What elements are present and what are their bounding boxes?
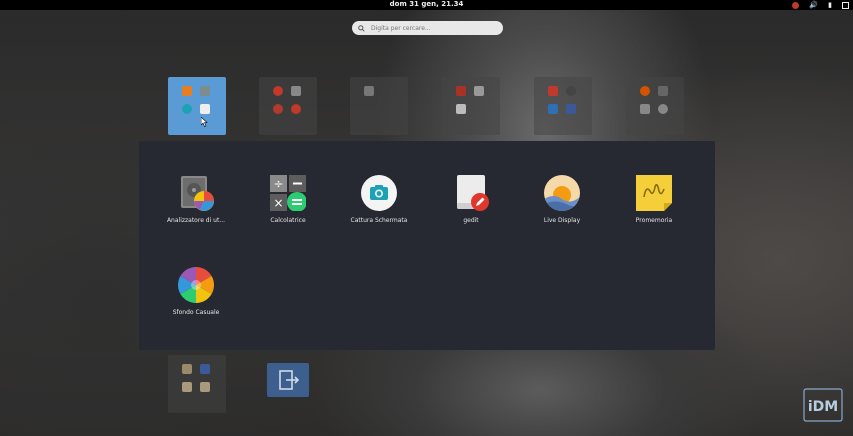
folder-preview-icon bbox=[566, 86, 576, 96]
app-folder-2[interactable] bbox=[259, 77, 317, 135]
folder-preview-icon bbox=[273, 104, 283, 114]
screenshot-icon bbox=[361, 175, 397, 211]
app-screenshot[interactable]: Cattura Schermata bbox=[339, 175, 419, 224]
folder-preview-icon bbox=[182, 104, 192, 114]
logo-text: iDM bbox=[808, 399, 838, 415]
folder-preview-icon bbox=[182, 364, 192, 374]
disk-usage-icon bbox=[178, 175, 214, 211]
sticky-note-icon bbox=[636, 175, 672, 211]
app-label: gedit bbox=[463, 217, 479, 224]
folder-preview-icon bbox=[548, 86, 558, 96]
app-live-display[interactable]: Live Display bbox=[522, 175, 602, 224]
app-folder-utilities[interactable] bbox=[168, 77, 226, 135]
app-label: Analizzatore di ut... bbox=[166, 217, 226, 224]
notification-icon[interactable] bbox=[792, 1, 800, 9]
folder-preview-icon bbox=[200, 364, 210, 374]
folder-popup: Analizzatore di ut... ÷ × Calcolatrice C… bbox=[139, 141, 715, 350]
calculator-icon: ÷ × bbox=[270, 175, 307, 212]
app-folder-6[interactable] bbox=[626, 77, 684, 135]
gedit-icon bbox=[453, 175, 489, 211]
search-bar[interactable] bbox=[352, 21, 503, 35]
live-display-icon bbox=[544, 175, 580, 211]
app-sfondo-casuale[interactable]: Sfondo Casuale bbox=[156, 267, 236, 316]
folder-preview-icon bbox=[658, 86, 668, 96]
app-disk-usage[interactable]: Analizzatore di ut... bbox=[156, 175, 236, 224]
folder-preview-icon bbox=[273, 86, 283, 96]
app-gedit[interactable]: gedit bbox=[431, 175, 511, 224]
app-folder-7[interactable] bbox=[168, 355, 226, 413]
power-icon[interactable] bbox=[842, 1, 849, 9]
app-label: Promemoria bbox=[635, 217, 673, 224]
app-label: Calcolatrice bbox=[270, 217, 306, 224]
logout-app-icon[interactable] bbox=[267, 363, 309, 397]
app-label: Live Display bbox=[543, 217, 581, 224]
svg-text:÷: ÷ bbox=[273, 177, 283, 191]
folder-preview-icon bbox=[291, 86, 301, 96]
app-promemoria[interactable]: Promemoria bbox=[614, 175, 694, 224]
mouse-cursor-icon bbox=[201, 117, 208, 127]
folder-preview-icon bbox=[200, 86, 210, 96]
folder-preview-icon bbox=[182, 382, 192, 392]
folder-preview-icon bbox=[640, 86, 650, 96]
app-calculator[interactable]: ÷ × Calcolatrice bbox=[248, 175, 328, 224]
folder-preview-icon bbox=[658, 104, 668, 114]
folder-preview-icon bbox=[456, 104, 466, 114]
folder-preview-icon bbox=[291, 104, 301, 114]
search-input[interactable] bbox=[371, 24, 491, 32]
folder-preview-icon bbox=[566, 104, 576, 114]
app-folder-5[interactable] bbox=[534, 77, 592, 135]
app-folder-4[interactable] bbox=[442, 77, 500, 135]
clock[interactable]: dom 31 gen, 21.34 bbox=[0, 0, 853, 9]
battery-icon[interactable]: ▮ bbox=[828, 1, 832, 10]
folder-preview-icon bbox=[182, 86, 192, 96]
svg-text:×: × bbox=[273, 196, 283, 210]
app-folder-3[interactable] bbox=[350, 77, 408, 135]
app-label: Sfondo Casuale bbox=[172, 309, 220, 316]
folder-preview-icon bbox=[640, 104, 650, 114]
system-tray[interactable]: 🔊 ▮ bbox=[792, 0, 849, 10]
folder-preview-icon bbox=[364, 86, 374, 96]
volume-icon[interactable]: 🔊 bbox=[809, 1, 818, 10]
search-icon bbox=[358, 24, 365, 32]
folder-preview-icon bbox=[456, 86, 466, 96]
app-label: Cattura Schermata bbox=[350, 217, 408, 224]
folder-preview-icon bbox=[548, 104, 558, 114]
folder-preview-icon bbox=[200, 104, 210, 114]
folder-preview-icon bbox=[200, 382, 210, 392]
color-wheel-icon bbox=[177, 267, 215, 303]
watermark-logo: iDM bbox=[803, 385, 843, 425]
folder-preview-icon bbox=[474, 86, 484, 96]
top-bar: dom 31 gen, 21.34 🔊 ▮ bbox=[0, 0, 853, 10]
